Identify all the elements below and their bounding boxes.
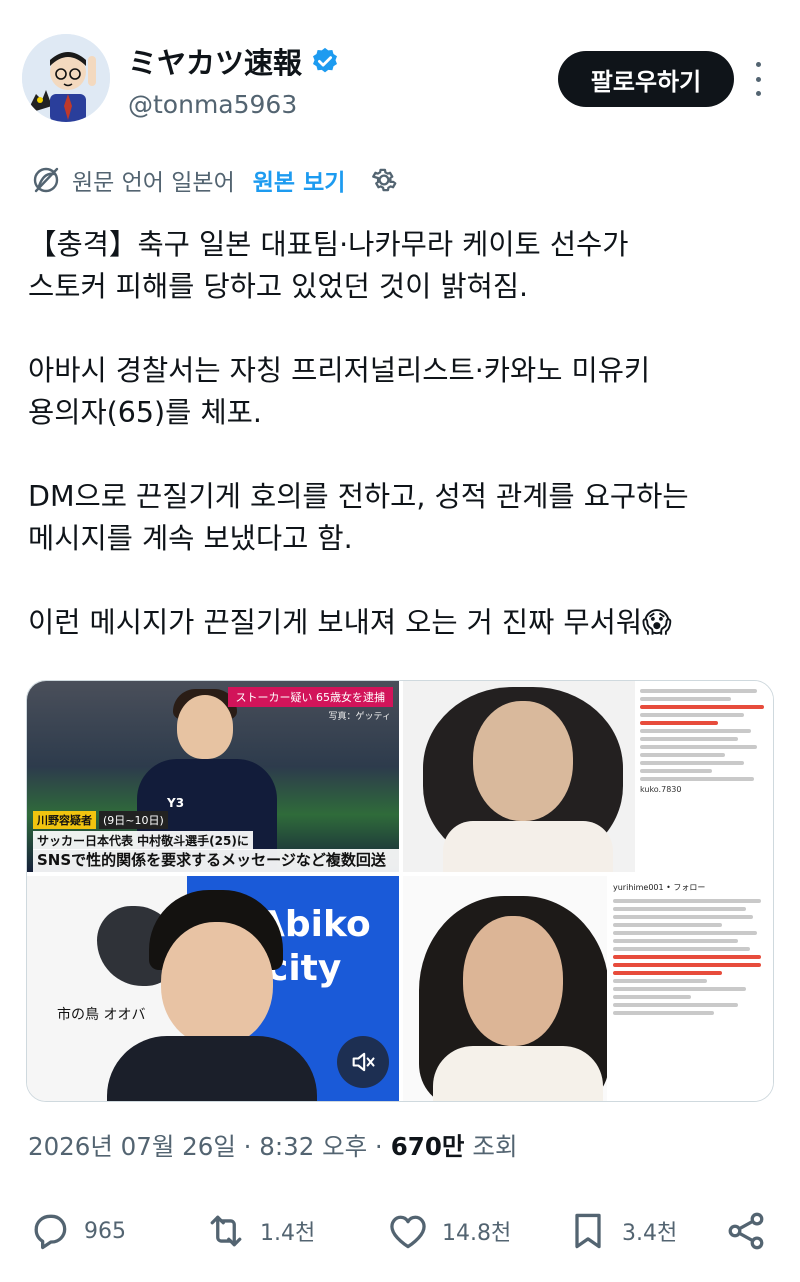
translation-bar: 원문 언어 일본어 원본 보기: [30, 160, 399, 200]
woman-top: [443, 821, 613, 872]
verified-badge-icon: [313, 47, 338, 73]
action-bar: 965 1.4천 14.8천 3.4천: [0, 1196, 800, 1266]
bookmark-icon: [575, 1213, 601, 1249]
avatar[interactable]: [22, 34, 110, 122]
media-grid[interactable]: Y3 ストーカー疑い 65歳女を逮捕 写真：ゲッティ 川野容疑者 (9日~10日…: [26, 680, 774, 1102]
view-count: 670만: [390, 1132, 465, 1161]
tv-caption-line-2: SNSで性的関係を要求するメッセージなど複数回送り: [33, 849, 399, 872]
kit-logo: Y3: [167, 796, 185, 810]
instagram-comments-panel: kuko.7830: [635, 681, 773, 872]
reply-button[interactable]: 965: [28, 1196, 126, 1266]
bookmark-count: 3.4천: [622, 1221, 678, 1246]
follow-button[interactable]: 팔로우하기: [558, 51, 734, 107]
woman-face: [463, 916, 563, 1046]
tweet-timestamp[interactable]: 2026년 07월 26일 · 8:32 오후 ·: [28, 1128, 383, 1163]
user-handle[interactable]: @tonma5963: [128, 90, 297, 119]
repost-icon: [210, 1215, 242, 1247]
repost-button[interactable]: 1.4천: [204, 1196, 315, 1266]
like-count: 14.8천: [442, 1221, 512, 1246]
gear-icon[interactable]: [369, 165, 399, 195]
tv-caption-line-1: サッカー日本代表 中村敬斗選手(25)に: [33, 831, 253, 850]
heart-icon: [390, 1215, 426, 1249]
view-count-label: 조회: [472, 1132, 518, 1161]
media-image-abiko-city[interactable]: 市の鳥 オオバ Abiko city: [27, 876, 399, 1101]
player-head: [177, 695, 233, 759]
more-options-icon[interactable]: [748, 62, 768, 96]
tv-date-tag: (9日~10日): [99, 811, 168, 829]
translate-globe-icon: [33, 167, 59, 193]
woman-face: [473, 701, 573, 821]
player-face: [161, 922, 273, 1046]
tweet-text: 【충격】축구 일본 대표팀·나카무라 케이토 선수가 스토커 피해를 당하고 있…: [28, 228, 689, 639]
media-image-tv-news[interactable]: Y3 ストーカー疑い 65歳女を逮捕 写真：ゲッティ 川野容疑者 (9日~10日…: [27, 681, 399, 872]
reply-count: 965: [84, 1218, 126, 1244]
share-icon: [728, 1212, 764, 1250]
bookmark-button[interactable]: 3.4천: [566, 1196, 677, 1266]
tv-photo-credit: 写真：ゲッティ: [328, 712, 391, 722]
media-image-instagram-post[interactable]: yurihime001 • フォロー: [403, 876, 773, 1101]
tweet-meta: 2026년 07월 26일 · 8:32 오후 · 670만 조회: [28, 1128, 518, 1163]
repost-count: 1.4천: [260, 1221, 316, 1246]
tweet-header: ミヤカツ速報 @tonma5963 팔로우하기: [0, 0, 800, 140]
instagram-post-panel: yurihime001 • フォロー: [607, 876, 773, 1101]
media-image-suspect-post[interactable]: kuko.7830: [403, 681, 773, 872]
tv-name-tag: 川野容疑者: [33, 811, 96, 829]
city-bird-label: 市の鳥 オオバ: [57, 1007, 146, 1023]
share-button[interactable]: [724, 1196, 768, 1266]
reply-icon: [34, 1214, 67, 1250]
like-button[interactable]: 14.8천: [386, 1196, 511, 1266]
mute-button[interactable]: [337, 1036, 389, 1088]
instagram-username: yurihime001 • フォロー: [613, 883, 706, 892]
player-suit: [107, 1036, 317, 1101]
display-name[interactable]: ミヤカツ速報: [128, 40, 302, 82]
show-original-link[interactable]: 원본 보기: [253, 163, 346, 197]
translation-label: 원문 언어 일본어: [72, 170, 235, 196]
woman-top: [433, 1046, 603, 1101]
avatar-illustration: [22, 34, 110, 122]
speaker-muted-icon: [352, 1052, 375, 1072]
tv-headline-banner: ストーカー疑い 65歳女を逮捕: [227, 687, 393, 707]
instagram-commenter: kuko.7830: [640, 785, 682, 794]
